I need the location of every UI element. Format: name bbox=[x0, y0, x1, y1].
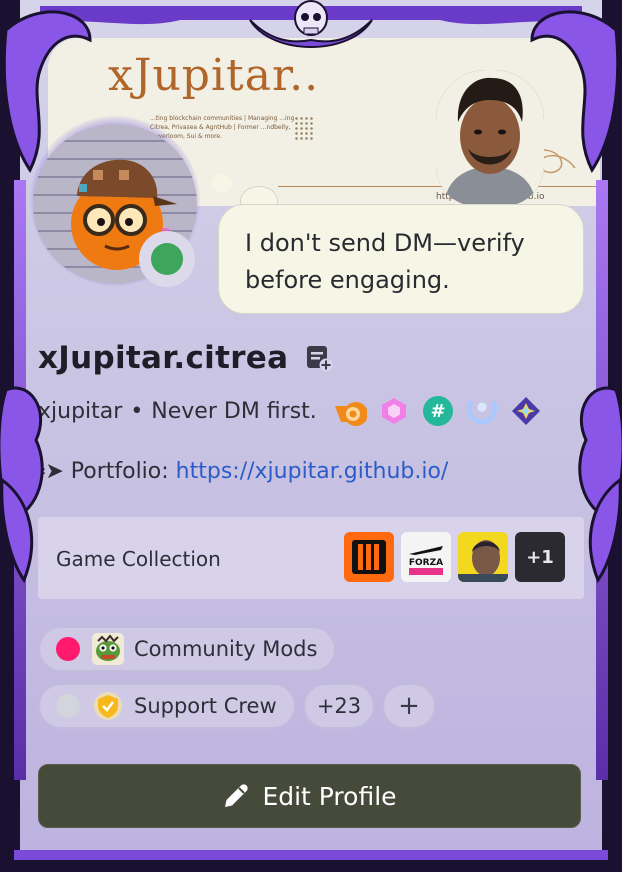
hash-icon[interactable]: # bbox=[421, 394, 455, 428]
more-games-badge[interactable]: +1 bbox=[515, 532, 565, 582]
add-role-button[interactable]: + bbox=[382, 683, 436, 729]
more-games-count: +1 bbox=[526, 546, 554, 568]
presence-indicator bbox=[139, 231, 195, 287]
portfolio-link[interactable]: https://xjupitar.github.io/ bbox=[176, 459, 449, 484]
online-dot bbox=[151, 243, 183, 275]
shield-icon bbox=[92, 690, 124, 722]
separator: • bbox=[130, 398, 144, 424]
role-community-mods[interactable]: Community Mods bbox=[38, 626, 336, 672]
username[interactable]: xjupitar bbox=[38, 399, 122, 424]
nitro-boost-icon[interactable] bbox=[333, 394, 367, 428]
banner-brand: xJupitar.. bbox=[108, 50, 320, 101]
portrait-image bbox=[436, 70, 544, 206]
game-collection-label: Game Collection bbox=[56, 547, 221, 571]
role-color-dot bbox=[56, 694, 80, 718]
plus-icon: + bbox=[398, 691, 420, 721]
laurel-icon[interactable] bbox=[465, 394, 499, 428]
edit-profile-button[interactable]: Edit Profile bbox=[38, 764, 581, 828]
forza-horizon-5-icon[interactable]: FORZA bbox=[401, 532, 451, 582]
role-label: Support Crew bbox=[134, 694, 277, 718]
hypesquad-icon[interactable] bbox=[377, 394, 411, 428]
profile-card: xJupitar.. ...ting blockchain communitie… bbox=[0, 0, 622, 872]
more-roles-count: +23 bbox=[316, 694, 362, 718]
banner-dots bbox=[294, 116, 314, 142]
custom-status-bubble[interactable]: I don't send DM—verify before engaging. bbox=[218, 204, 584, 314]
role-color-dot bbox=[56, 637, 80, 661]
svg-text:FORZA: FORZA bbox=[409, 558, 443, 568]
name-row: xJupitar.citrea bbox=[38, 340, 334, 376]
active-developer-icon[interactable] bbox=[509, 394, 543, 428]
custom-status-text: I don't send DM—verify before engaging. bbox=[245, 229, 525, 294]
thought-bubble-small bbox=[212, 174, 232, 192]
banner-blurb: ...ting blockchain communities | Managin… bbox=[150, 115, 295, 140]
svg-text:#: # bbox=[430, 401, 445, 422]
display-name[interactable]: xJupitar.citrea bbox=[38, 340, 288, 376]
role-support-crew[interactable]: Support Crew bbox=[38, 683, 296, 729]
bio: ⸗➤ Portfolio: https://xjupitar.github.io… bbox=[38, 458, 448, 484]
role-label: Community Mods bbox=[134, 637, 318, 661]
pepe-icon bbox=[92, 633, 124, 665]
badge-list: # bbox=[333, 394, 543, 428]
add-note-icon[interactable] bbox=[304, 343, 334, 373]
pronouns: Never DM first. bbox=[151, 398, 317, 424]
more-roles-button[interactable]: +23 bbox=[303, 683, 375, 729]
edit-profile-label: Edit Profile bbox=[262, 781, 397, 811]
cyberpunk-2077-icon[interactable] bbox=[458, 532, 508, 582]
bio-prefix: ⸗➤ Portfolio: bbox=[38, 459, 176, 484]
pencil-icon bbox=[225, 784, 249, 807]
game-collection[interactable]: Game Collection FORZA +1 bbox=[38, 517, 584, 599]
identity-row: xjupitar • Never DM first. # bbox=[38, 394, 543, 428]
black-ops-iii-icon[interactable] bbox=[344, 532, 394, 582]
